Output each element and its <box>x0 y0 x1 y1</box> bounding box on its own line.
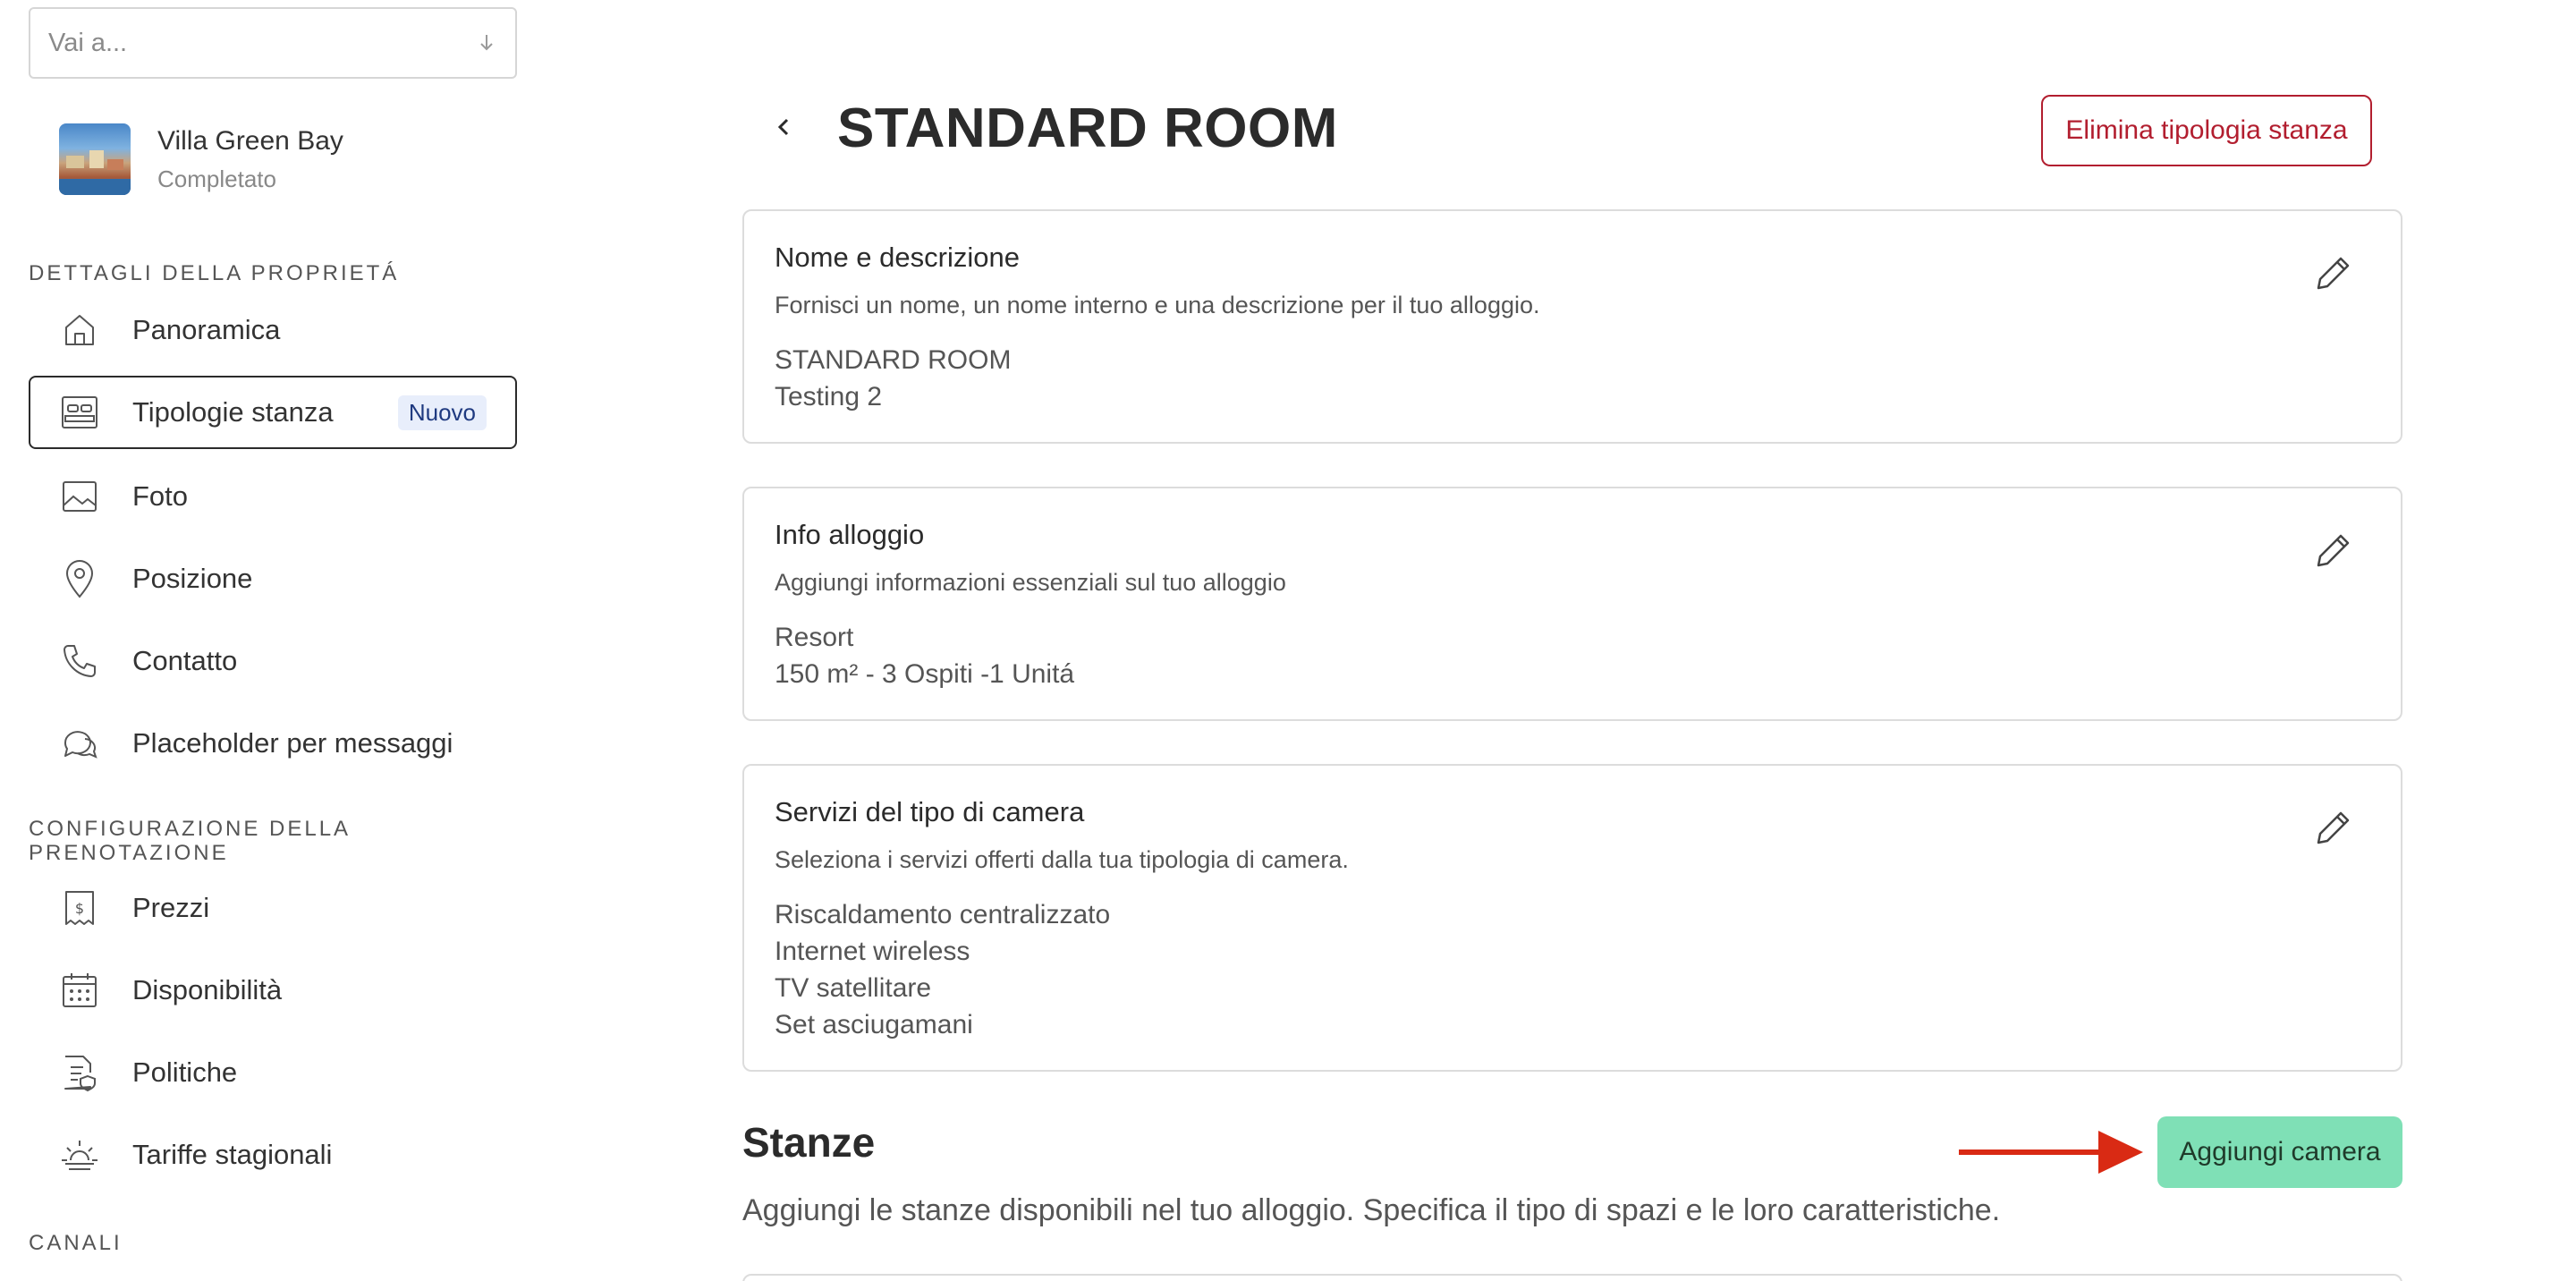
section-booking-config: CONFIGURAZIONE DELLA PRENOTAZIONE <box>29 817 351 865</box>
card-description: Seleziona i servizi offerti dalla tua ti… <box>775 846 1349 873</box>
sidebar-item-policies[interactable]: Politiche <box>29 1036 517 1109</box>
goto-input[interactable] <box>48 28 476 58</box>
section-channels: CANALI <box>29 1231 123 1255</box>
card-values: STANDARD ROOM Testing 2 <box>775 342 1011 415</box>
card-title: Nome e descrizione <box>775 242 1020 273</box>
sidebar-item-message-placeholders[interactable]: Placeholder per messaggi <box>29 707 517 780</box>
new-badge: Nuovo <box>397 394 487 430</box>
rooms-section-description: Aggiungi le stanze disponibili nel tuo a… <box>742 1193 2001 1227</box>
card-value: Internet wireless <box>775 937 970 966</box>
page-title: STANDARD ROOM <box>837 98 1338 159</box>
room-services-card: Servizi del tipo di camera Seleziona i s… <box>742 764 2402 1072</box>
property-thumbnail <box>59 123 131 195</box>
property-status: Completato <box>157 165 276 192</box>
edit-pencil-icon[interactable] <box>2311 250 2356 295</box>
property-header[interactable]: Villa Green Bay Completato <box>59 123 343 195</box>
sidebar-item-label: Tipologie stanza <box>132 396 334 428</box>
card-title: Info alloggio <box>775 519 925 550</box>
arrow-down-icon[interactable] <box>476 32 497 54</box>
section-line: PRENOTAZIONE <box>29 841 229 865</box>
card-value: Riscaldamento centralizzato <box>775 900 1111 929</box>
goto-select[interactable] <box>29 7 517 79</box>
accommodation-info-card: Info alloggio Aggiungi informazioni esse… <box>742 487 2402 721</box>
card-value: 150 m² - 3 Ospiti -1 Unitá <box>775 659 1075 689</box>
card-value: TV satellitare <box>775 973 932 1003</box>
section-line: CONFIGURAZIONE DELLA <box>29 817 352 841</box>
sun-icon <box>59 1134 100 1175</box>
card-value: STANDARD ROOM <box>775 345 1012 375</box>
sidebar-item-availability[interactable]: Disponibilità <box>29 954 517 1027</box>
card-description: Aggiungi informazioni essenziali sul tuo… <box>775 569 1286 596</box>
section-property-details: DETTAGLI DELLA PROPRIETÁ <box>29 261 400 285</box>
sidebar-item-label: Placeholder per messaggi <box>132 727 453 759</box>
image-icon <box>59 476 100 517</box>
card-title: Servizi del tipo di camera <box>775 796 1085 827</box>
sidebar-item-label: Disponibilità <box>132 974 283 1005</box>
delete-room-type-button[interactable]: Elimina tipologia stanza <box>2041 95 2372 166</box>
chat-icon <box>59 723 100 764</box>
svg-text:$: $ <box>75 900 84 917</box>
card-description: Fornisci un nome, un nome interno e una … <box>775 292 1540 318</box>
rooms-section-title: Stanze <box>742 1119 876 1166</box>
sidebar-item-photos[interactable]: Foto <box>29 460 517 533</box>
card-value: Testing 2 <box>775 382 883 411</box>
sidebar-item-label: Contatto <box>132 645 238 676</box>
edit-pencil-icon[interactable] <box>2311 805 2356 850</box>
sidebar-item-location[interactable]: Posizione <box>29 542 517 615</box>
card-values: Riscaldamento centralizzato Internet wir… <box>775 896 1110 1043</box>
sidebar-item-prices[interactable]: $ Prezzi <box>29 871 517 945</box>
phone-icon <box>59 640 100 682</box>
edit-pencil-icon[interactable] <box>2311 528 2356 573</box>
sidebar: Villa Green Bay Completato DETTAGLI DELL… <box>0 0 555 1281</box>
sidebar-item-label: Tariffe stagionali <box>132 1139 333 1170</box>
sidebar-item-label: Foto <box>132 480 189 512</box>
card-value: Set asciugamani <box>775 1010 973 1039</box>
sidebar-item-label: Panoramica <box>132 314 281 345</box>
card-values: Resort 150 m² - 3 Ospiti -1 Unitá <box>775 619 1074 692</box>
calendar-icon <box>59 970 100 1011</box>
card-value: Resort <box>775 623 854 652</box>
home-icon <box>59 310 100 351</box>
name-description-card: Nome e descrizione Fornisci un nome, un … <box>742 209 2402 444</box>
map-pin-icon <box>59 558 100 599</box>
back-chevron-icon[interactable] <box>766 109 801 145</box>
sidebar-item-contact[interactable]: Contatto <box>29 624 517 698</box>
sidebar-item-label: Politiche <box>132 1056 238 1088</box>
add-room-button[interactable]: Aggiungi camera <box>2157 1116 2402 1188</box>
sidebar-item-room-types[interactable]: Tipologie stanza Nuovo <box>29 376 517 449</box>
bed-icon <box>59 392 100 433</box>
property-name: Villa Green Bay <box>157 125 343 156</box>
sidebar-item-overview[interactable]: Panoramica <box>29 293 517 367</box>
rooms-list-card <box>742 1274 2402 1281</box>
policy-document-icon <box>59 1052 100 1093</box>
sidebar-item-seasonal-rates[interactable]: Tariffe stagionali <box>29 1118 517 1192</box>
red-arrow-annotation <box>1959 1131 2143 1174</box>
sidebar-item-label: Posizione <box>132 563 253 594</box>
price-tag-icon: $ <box>59 887 100 929</box>
sidebar-item-label: Prezzi <box>132 892 210 923</box>
